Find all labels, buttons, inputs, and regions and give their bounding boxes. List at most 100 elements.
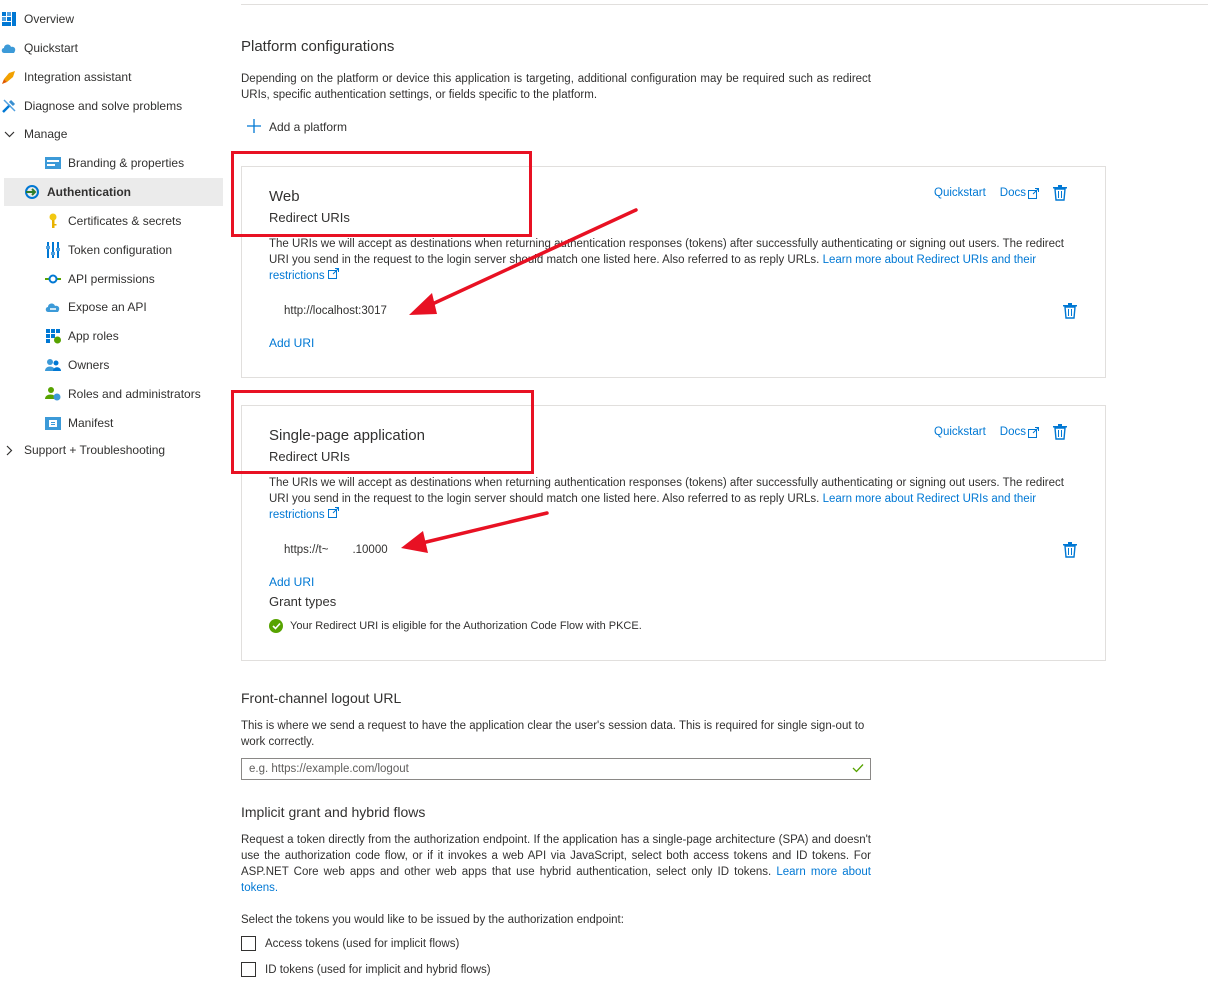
top-divider bbox=[241, 4, 1208, 5]
web-redirect-uri[interactable]: http://localhost:3017 bbox=[269, 305, 387, 317]
branding-icon bbox=[45, 155, 61, 171]
spa-docs-link[interactable]: Docs bbox=[1000, 426, 1039, 438]
logout-url-description: This is where we send a request to have … bbox=[241, 720, 865, 748]
api-permissions-icon bbox=[45, 271, 61, 287]
sidebar-item-label: Integration assistant bbox=[24, 70, 132, 84]
quickstart-cloud-icon bbox=[1, 40, 17, 56]
platform-config-description: Depending on the platform or device this… bbox=[241, 73, 871, 101]
sidebar-item-branding[interactable]: Branding & properties bbox=[0, 149, 224, 177]
spa-uri-start: https://t~ bbox=[284, 544, 329, 556]
logout-url-input[interactable] bbox=[242, 762, 841, 776]
success-check-icon bbox=[269, 619, 283, 633]
external-link-icon bbox=[327, 507, 339, 518]
docs-label: Docs bbox=[999, 426, 1026, 438]
sidebar-item-roles-admins[interactable]: Roles and administrators bbox=[0, 380, 224, 408]
external-link-icon bbox=[1028, 187, 1039, 199]
owners-icon bbox=[45, 357, 61, 373]
platform-config-title: Platform configurations bbox=[241, 38, 395, 55]
overview-icon bbox=[1, 11, 17, 27]
web-docs-link[interactable]: Docs bbox=[1000, 187, 1039, 199]
access-tokens-label: Access tokens (used for implicit flows) bbox=[265, 937, 460, 950]
spa-add-uri-link[interactable]: Add URI bbox=[269, 575, 314, 589]
sidebar-item-token-config[interactable]: Token configuration bbox=[0, 236, 224, 264]
sidebar-item-label: Support + Troubleshooting bbox=[24, 443, 166, 457]
delete-platform-icon[interactable] bbox=[1053, 185, 1069, 201]
sidebar-item-label: Roles and administrators bbox=[68, 387, 201, 401]
delete-platform-icon[interactable] bbox=[1053, 424, 1069, 440]
sidebar-item-label: Quickstart bbox=[24, 41, 79, 55]
sidebar-item-certificates[interactable]: Certificates & secrets bbox=[0, 207, 224, 235]
sidebar-item-label: Authentication bbox=[47, 185, 131, 199]
sidebar-item-label: Diagnose and solve problems bbox=[24, 99, 183, 113]
sidebar-item-quickstart[interactable]: Quickstart bbox=[0, 34, 225, 62]
sidebar-item-label: Branding & properties bbox=[68, 156, 185, 170]
access-tokens-checkbox[interactable] bbox=[241, 936, 256, 951]
cloud-api-icon bbox=[45, 299, 61, 315]
id-tokens-label: ID tokens (used for implicit and hybrid … bbox=[265, 963, 491, 976]
app-roles-icon bbox=[45, 328, 61, 344]
add-platform-label: Add a platform bbox=[269, 120, 348, 134]
web-card-description: The URIs we will accept as destinations … bbox=[269, 236, 1071, 284]
sidebar-item-label: Manage bbox=[24, 127, 68, 141]
sidebar-item-label: Token configuration bbox=[68, 243, 173, 257]
implicit-grant-title: Implicit grant and hybrid flows bbox=[241, 804, 426, 820]
sidebar-item-owners[interactable]: Owners bbox=[0, 351, 224, 379]
spa-redirect-uri[interactable]: https://t~ .10000 bbox=[269, 544, 388, 556]
sidebar-item-label: App roles bbox=[68, 329, 119, 343]
sidebar-item-api-permissions[interactable]: API permissions bbox=[0, 265, 224, 293]
delete-uri-icon[interactable] bbox=[1063, 542, 1079, 558]
delete-uri-icon[interactable] bbox=[1063, 303, 1079, 319]
spa-redirect-uri-row: https://t~ .10000 bbox=[269, 538, 1079, 562]
sidebar-item-overview[interactable]: Overview bbox=[0, 5, 225, 33]
spa-uri-end: .10000 bbox=[352, 544, 388, 556]
web-card-actions: Quickstart Docs bbox=[934, 185, 1069, 201]
spa-card-description: The URIs we will accept as destinations … bbox=[269, 475, 1071, 523]
spa-card-actions: Quickstart Docs bbox=[934, 424, 1069, 440]
roles-admins-icon bbox=[45, 386, 61, 402]
sidebar-item-label: Expose an API bbox=[68, 300, 147, 314]
sidebar-item-integration-assistant[interactable]: Integration assistant bbox=[0, 63, 225, 91]
web-add-uri-link[interactable]: Add URI bbox=[269, 336, 314, 350]
id-tokens-checkbox[interactable] bbox=[241, 962, 256, 977]
rocket-icon bbox=[1, 69, 17, 85]
sidebar-item-label: Owners bbox=[68, 358, 110, 372]
valid-check-icon bbox=[852, 762, 864, 776]
docs-label: Docs bbox=[999, 187, 1026, 199]
token-select-prompt: Select the tokens you would like to be i… bbox=[241, 914, 624, 926]
manifest-icon bbox=[45, 415, 61, 431]
sidebar-item-manifest[interactable]: Manifest bbox=[0, 409, 224, 437]
sidebar-item-label: Certificates & secrets bbox=[68, 214, 182, 228]
sidebar-group-support[interactable]: Support + Troubleshooting bbox=[0, 436, 225, 464]
annotation-box-web bbox=[231, 151, 532, 237]
authentication-icon bbox=[24, 184, 40, 200]
implicit-grant-description: Request a token directly from the author… bbox=[241, 832, 871, 896]
annotation-box-spa bbox=[231, 390, 534, 474]
external-link-icon bbox=[327, 268, 339, 279]
grant-message-text: Your Redirect URI is eligible for the Au… bbox=[290, 620, 642, 632]
sidebar-group-manage[interactable]: Manage bbox=[0, 120, 225, 148]
access-tokens-option[interactable]: Access tokens (used for implicit flows) bbox=[241, 936, 459, 951]
web-quickstart-link[interactable]: Quickstart bbox=[934, 187, 986, 199]
sidebar: Overview Quickstart Integration assistan… bbox=[0, 0, 224, 992]
id-tokens-option[interactable]: ID tokens (used for implicit and hybrid … bbox=[241, 962, 491, 977]
sidebar-item-expose-api[interactable]: Expose an API bbox=[0, 293, 224, 321]
sidebar-item-label: Overview bbox=[24, 12, 75, 26]
grant-types-message: Your Redirect URI is eligible for the Au… bbox=[269, 619, 642, 633]
chevron-right-icon bbox=[1, 442, 17, 458]
plus-icon bbox=[247, 118, 261, 136]
sidebar-item-label: Manifest bbox=[68, 416, 114, 430]
key-icon bbox=[45, 213, 61, 229]
sidebar-item-diagnose[interactable]: Diagnose and solve problems bbox=[0, 92, 225, 120]
chevron-down-icon bbox=[1, 126, 17, 142]
add-platform-button[interactable]: Add a platform bbox=[247, 118, 347, 136]
logout-url-field bbox=[241, 758, 871, 780]
wrench-icon bbox=[1, 98, 17, 114]
token-config-icon bbox=[45, 242, 61, 258]
logout-url-title: Front-channel logout URL bbox=[241, 690, 402, 706]
sidebar-item-app-roles[interactable]: App roles bbox=[0, 322, 224, 350]
web-redirect-uri-row: http://localhost:3017 bbox=[269, 299, 1079, 323]
grant-types-title: Grant types bbox=[269, 594, 337, 609]
sidebar-item-authentication[interactable]: Authentication bbox=[4, 178, 223, 206]
external-link-icon bbox=[1028, 426, 1039, 438]
spa-quickstart-link[interactable]: Quickstart bbox=[934, 426, 986, 438]
